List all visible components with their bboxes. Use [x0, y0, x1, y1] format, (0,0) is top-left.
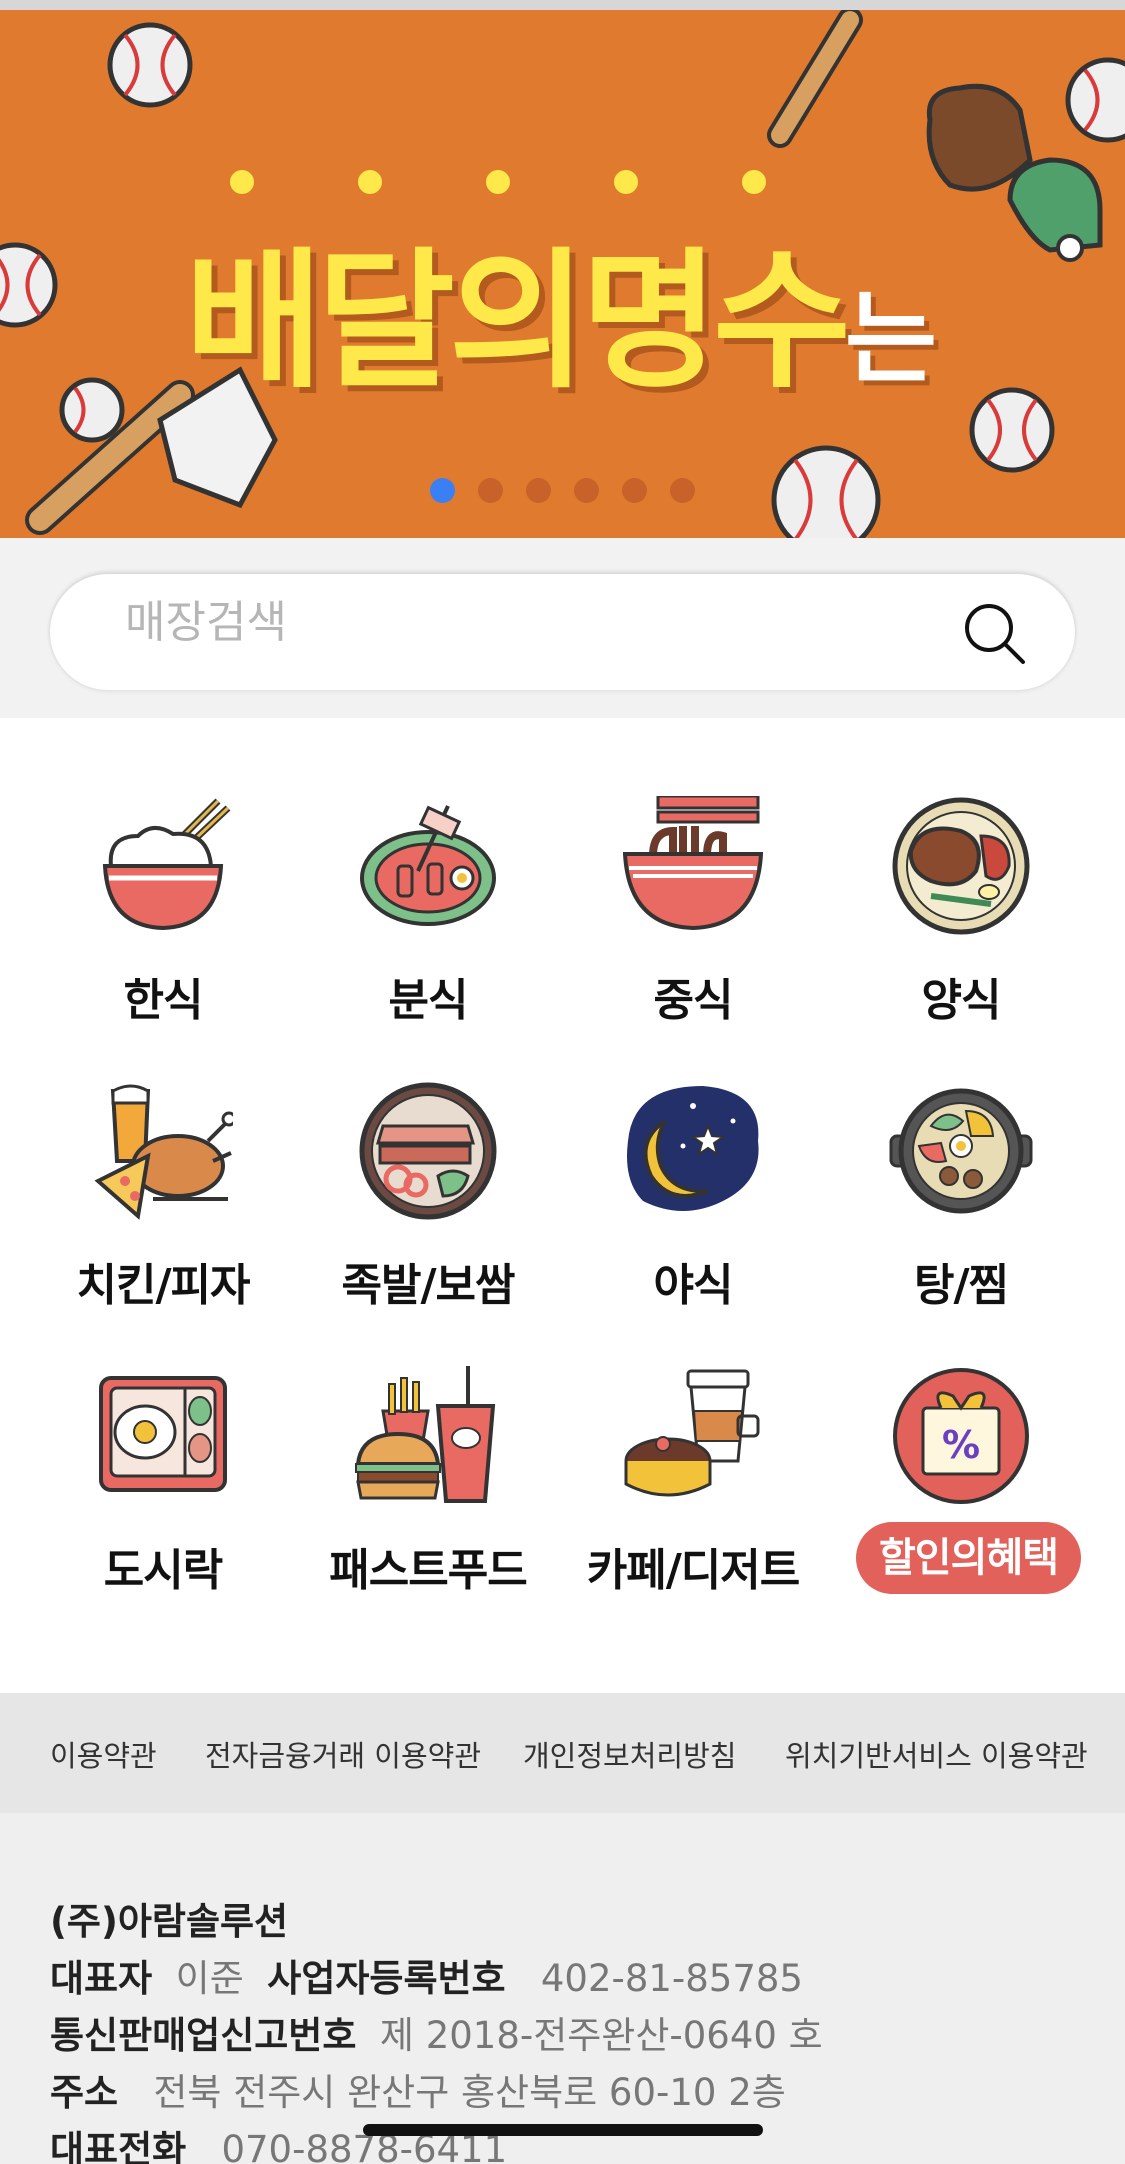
search-section: [0, 538, 1125, 718]
mail-order-row: 통신판매업신고번호 제 2018-전주완산-0640 호: [50, 2005, 823, 2059]
category-label: 분식: [388, 975, 469, 1026]
promo-banner[interactable]: 배달의명수는: [0, 10, 1125, 538]
terms-link[interactable]: 이용약관: [50, 1733, 157, 1775]
category-label: 족발/보쌈: [341, 1260, 516, 1311]
category-label: 할인의혜택: [856, 1522, 1081, 1594]
company-name-row: (주)아람솔루션: [50, 1891, 288, 1945]
banner-title-suffix: 는: [845, 280, 938, 397]
category-label: 탕/찜: [913, 1260, 1009, 1311]
tteokbokki-icon: [360, 805, 496, 926]
category-jokbal[interactable]: 족발/보쌈: [293, 1081, 563, 1341]
category-western[interactable]: 양식: [826, 796, 1096, 1056]
burger-fries-icon: [355, 1366, 496, 1503]
home-indicator[interactable]: [363, 2124, 763, 2136]
mail-order-value: 제 2018-전주완산-0640 호: [379, 2014, 823, 2057]
category-lunchbox[interactable]: 도시락: [28, 1366, 298, 1626]
mail-order-label: 통신판매업신고번호: [50, 2014, 357, 2057]
phone-label: 대표전화: [50, 2128, 187, 2164]
lunchbox-icon: [99, 1376, 227, 1492]
banner-title: 배달의명수는: [185, 200, 937, 417]
category-label: 한식: [123, 975, 204, 1026]
biz-no-label: 사업자등록번호: [267, 1957, 506, 2000]
footer-links: 이용약관 전자금융거래 이용약관 개인정보처리방침 위치기반서비스 이용약관: [0, 1693, 1125, 1813]
category-bunsik[interactable]: 분식: [293, 796, 563, 1056]
search-bar[interactable]: [50, 574, 1075, 690]
moon-night-icon: [627, 1086, 759, 1211]
cake-coffee-icon: [624, 1369, 760, 1497]
category-label: 중식: [653, 975, 734, 1026]
hot-pot-icon: [889, 1088, 1033, 1214]
category-discount[interactable]: % 할인의혜택: [826, 1366, 1096, 1626]
company-info: (주)아람솔루션 대표자 이준 사업자등록번호 402-81-85785 통신판…: [0, 1813, 1125, 2164]
category-fastfood[interactable]: 패스트푸드: [293, 1366, 563, 1626]
address-row: 주소 전북 전주시 완산구 홍산북로 60-10 2층: [50, 2062, 786, 2116]
pager-dot[interactable]: [478, 478, 503, 503]
biz-no-value: 402-81-85785: [540, 1957, 803, 2000]
category-grid: 한식 분식 중식 양식 치킨/피자 족발/보쌈 야식 탕/찜 도시락 패스트푸드…: [0, 718, 1125, 1693]
category-label: 양식: [921, 975, 1002, 1026]
ceo-value: 이준: [175, 1957, 244, 2000]
category-korean[interactable]: 한식: [28, 796, 298, 1056]
category-chinese[interactable]: 중식: [558, 796, 828, 1056]
address-value: 전북 전주시 완산구 홍산북로 60-10 2층: [153, 2071, 786, 2114]
category-stew[interactable]: 탕/찜: [826, 1081, 1096, 1341]
steak-plate-icon: [892, 797, 1030, 935]
location-terms-link[interactable]: 위치기반서비스 이용약관: [785, 1733, 1088, 1775]
address-label: 주소: [50, 2071, 119, 2114]
rice-bowl-icon: [102, 798, 231, 931]
noodle-bowl-icon: [623, 796, 763, 931]
category-label: 야식: [653, 1260, 734, 1311]
category-late-night[interactable]: 야식: [558, 1081, 828, 1341]
chicken-pizza-icon: [94, 1084, 233, 1220]
svg-text:%: %: [942, 1423, 980, 1467]
pager-dot[interactable]: [574, 478, 599, 503]
category-chicken-pizza[interactable]: 치킨/피자: [28, 1081, 298, 1341]
discount-gift-icon: %: [893, 1368, 1029, 1504]
status-divider: [0, 0, 1125, 10]
banner-pager: [430, 478, 695, 503]
category-label: 치킨/피자: [76, 1260, 251, 1311]
ceo-row: 대표자 이준 사업자등록번호 402-81-85785: [50, 1948, 803, 2002]
privacy-policy-link[interactable]: 개인정보처리방침: [523, 1733, 736, 1775]
pager-dot[interactable]: [430, 478, 455, 503]
category-label: 카페/디저트: [586, 1545, 800, 1596]
pager-dot[interactable]: [622, 478, 647, 503]
category-label: 도시락: [103, 1545, 223, 1596]
jokbal-icon: [359, 1082, 497, 1220]
ceo-label: 대표자: [50, 1957, 153, 2000]
company-name: (주)아람솔루션: [50, 1900, 289, 1943]
pager-dot[interactable]: [526, 478, 551, 503]
pager-dot[interactable]: [670, 478, 695, 503]
category-label: 패스트푸드: [329, 1545, 527, 1596]
banner-title-main: 배달의명수: [185, 235, 851, 409]
category-cafe-dessert[interactable]: 카페/디저트: [558, 1366, 828, 1626]
search-input[interactable]: [125, 592, 925, 652]
e-finance-terms-link[interactable]: 전자금융거래 이용약관: [205, 1733, 481, 1775]
search-icon[interactable]: [961, 600, 1027, 666]
baseball-icon: [107, 22, 193, 108]
